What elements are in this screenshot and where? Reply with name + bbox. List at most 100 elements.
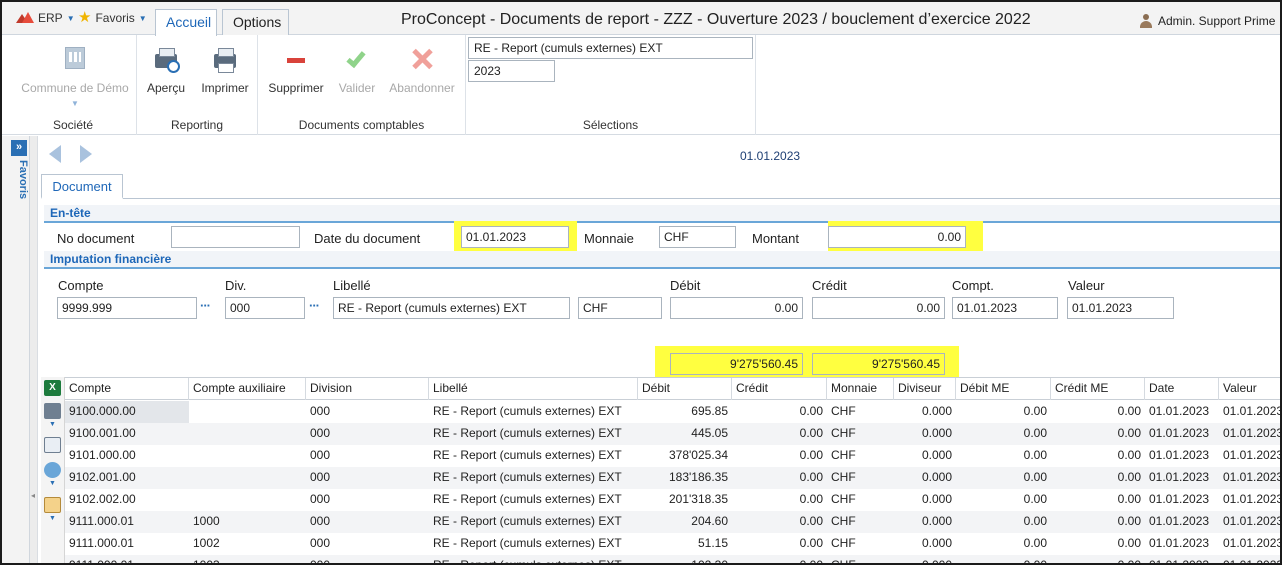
cell-valeur[interactable]: 01.01.2023: [1219, 511, 1280, 533]
cell-division[interactable]: 000: [306, 555, 429, 563]
cell-compte-auxiliaire[interactable]: [189, 423, 306, 445]
cell-division[interactable]: 000: [306, 467, 429, 489]
cell-date[interactable]: 01.01.2023: [1145, 401, 1219, 423]
cell-date[interactable]: 01.01.2023: [1145, 423, 1219, 445]
table-row[interactable]: 9111.000.01 1002 000 RE - Report (cumuls ex…: [65, 533, 1280, 555]
tab-document[interactable]: Document: [41, 174, 123, 199]
col-date[interactable]: Date: [1145, 378, 1219, 400]
cell-credit-me[interactable]: 0.00: [1051, 555, 1145, 563]
cell-diviseur[interactable]: 0.000: [894, 445, 956, 467]
currency-field[interactable]: CHF: [578, 297, 662, 319]
cell-credit[interactable]: 0.00: [732, 467, 827, 489]
cell-monnaie[interactable]: CHF: [827, 401, 894, 423]
col-debit-me[interactable]: Débit ME: [956, 378, 1051, 400]
favoris-menu[interactable]: ★ Favoris ▼: [78, 10, 147, 25]
cell-credit-me[interactable]: 0.00: [1051, 401, 1145, 423]
cell-debit[interactable]: 204.60: [638, 511, 732, 533]
cell-debit[interactable]: 445.05: [638, 423, 732, 445]
div-lookup-icon[interactable]: ···: [309, 298, 320, 313]
folder-icon[interactable]: [44, 497, 61, 513]
cell-division[interactable]: 000: [306, 511, 429, 533]
table-row[interactable]: 9100.001.00 000 RE - Report (cumuls extern…: [65, 423, 1280, 445]
col-division[interactable]: Division: [306, 378, 429, 400]
cell-compte-auxiliaire[interactable]: [189, 445, 306, 467]
cell-diviseur[interactable]: 0.000: [894, 401, 956, 423]
cell-compte-auxiliaire[interactable]: [189, 467, 306, 489]
monnaie-field[interactable]: CHF: [659, 226, 736, 248]
cell-compte-auxiliaire[interactable]: [189, 401, 306, 423]
cell-division[interactable]: 000: [306, 401, 429, 423]
splitter-grip-icon[interactable]: ◂: [31, 491, 35, 500]
compte-lookup-icon[interactable]: ···: [200, 298, 211, 313]
cell-monnaie[interactable]: CHF: [827, 445, 894, 467]
cell-compte[interactable]: 9100.001.00: [65, 423, 189, 445]
report-type-selector[interactable]: RE - Report (cumuls externes) EXT: [468, 37, 753, 59]
grid-layout-icon[interactable]: [44, 437, 61, 453]
cell-monnaie[interactable]: CHF: [827, 511, 894, 533]
cell-debit[interactable]: 183'186.35: [638, 467, 732, 489]
compte-field[interactable]: 9999.999: [57, 297, 197, 319]
cell-valeur[interactable]: 01.01.2023: [1219, 489, 1280, 511]
cell-libelle[interactable]: RE - Report (cumuls externes) EXT: [429, 511, 638, 533]
cell-debit[interactable]: 201'318.35: [638, 489, 732, 511]
chevron-down-icon[interactable]: ▼: [49, 421, 56, 428]
cell-valeur[interactable]: 01.01.2023: [1219, 423, 1280, 445]
cell-credit[interactable]: 0.00: [732, 445, 827, 467]
cell-diviseur[interactable]: 0.000: [894, 555, 956, 563]
cell-compte[interactable]: 9100.000.00: [65, 401, 189, 423]
abandonner-button[interactable]: Abandonner: [388, 47, 456, 95]
cell-debit-me[interactable]: 0.00: [956, 511, 1051, 533]
cell-compte-auxiliaire[interactable]: 1002: [189, 533, 306, 555]
col-diviseur[interactable]: Diviseur: [894, 378, 956, 400]
cell-monnaie[interactable]: CHF: [827, 423, 894, 445]
debit-field[interactable]: 0.00: [670, 297, 803, 319]
cell-credit[interactable]: 0.00: [732, 401, 827, 423]
col-libelle[interactable]: Libellé: [429, 378, 638, 400]
cell-debit[interactable]: 695.85: [638, 401, 732, 423]
cell-compte[interactable]: 9111.000.01: [65, 533, 189, 555]
cell-libelle[interactable]: RE - Report (cumuls externes) EXT: [429, 423, 638, 445]
favorites-sidebar-label[interactable]: Favoris: [7, 160, 29, 220]
cell-debit-me[interactable]: 0.00: [956, 467, 1051, 489]
cell-division[interactable]: 000: [306, 533, 429, 555]
table-row[interactable]: 9111.000.01 1003 000 RE - Report (cumuls ex…: [65, 555, 1280, 563]
table-row[interactable]: 9102.001.00 000 RE - Report (cumuls extern…: [65, 467, 1280, 489]
cell-valeur[interactable]: 01.01.2023: [1219, 555, 1280, 563]
cell-division[interactable]: 000: [306, 489, 429, 511]
cell-date[interactable]: 01.01.2023: [1145, 533, 1219, 555]
cell-date[interactable]: 01.01.2023: [1145, 555, 1219, 563]
user-account[interactable]: Admin. Support Prime: [1139, 14, 1275, 28]
cell-debit-me[interactable]: 0.00: [956, 445, 1051, 467]
col-debit[interactable]: Débit: [638, 378, 732, 400]
imprimer-button[interactable]: Imprimer: [197, 47, 253, 95]
cell-libelle[interactable]: RE - Report (cumuls externes) EXT: [429, 467, 638, 489]
cell-credit-me[interactable]: 0.00: [1051, 511, 1145, 533]
cell-compte-auxiliaire[interactable]: [189, 489, 306, 511]
col-credit[interactable]: Crédit: [732, 378, 827, 400]
cell-debit-me[interactable]: 0.00: [956, 423, 1051, 445]
libelle-field[interactable]: RE - Report (cumuls externes) EXT: [333, 297, 570, 319]
excel-export-icon[interactable]: X: [44, 380, 61, 396]
cell-credit-me[interactable]: 0.00: [1051, 445, 1145, 467]
cell-date[interactable]: 01.01.2023: [1145, 445, 1219, 467]
compt-date-field[interactable]: 01.01.2023: [952, 297, 1058, 319]
commune-de-demo-button[interactable]: Commune de Démo ▼: [20, 47, 130, 108]
cell-credit-me[interactable]: 0.00: [1051, 423, 1145, 445]
cell-monnaie[interactable]: CHF: [827, 555, 894, 563]
refresh-view-icon[interactable]: [44, 462, 61, 478]
cell-monnaie[interactable]: CHF: [827, 489, 894, 511]
next-icon[interactable]: [80, 145, 92, 163]
cell-debit-me[interactable]: 0.00: [956, 489, 1051, 511]
cell-debit-me[interactable]: 0.00: [956, 533, 1051, 555]
cell-monnaie[interactable]: CHF: [827, 467, 894, 489]
cell-libelle[interactable]: RE - Report (cumuls externes) EXT: [429, 555, 638, 563]
cell-credit[interactable]: 0.00: [732, 489, 827, 511]
cell-debit[interactable]: 102.30: [638, 555, 732, 563]
cell-diviseur[interactable]: 0.000: [894, 489, 956, 511]
cell-date[interactable]: 01.01.2023: [1145, 467, 1219, 489]
no-document-field[interactable]: [171, 226, 300, 248]
cell-compte-auxiliaire[interactable]: 1003: [189, 555, 306, 563]
cell-libelle[interactable]: RE - Report (cumuls externes) EXT: [429, 489, 638, 511]
cell-credit-me[interactable]: 0.00: [1051, 489, 1145, 511]
cell-diviseur[interactable]: 0.000: [894, 533, 956, 555]
